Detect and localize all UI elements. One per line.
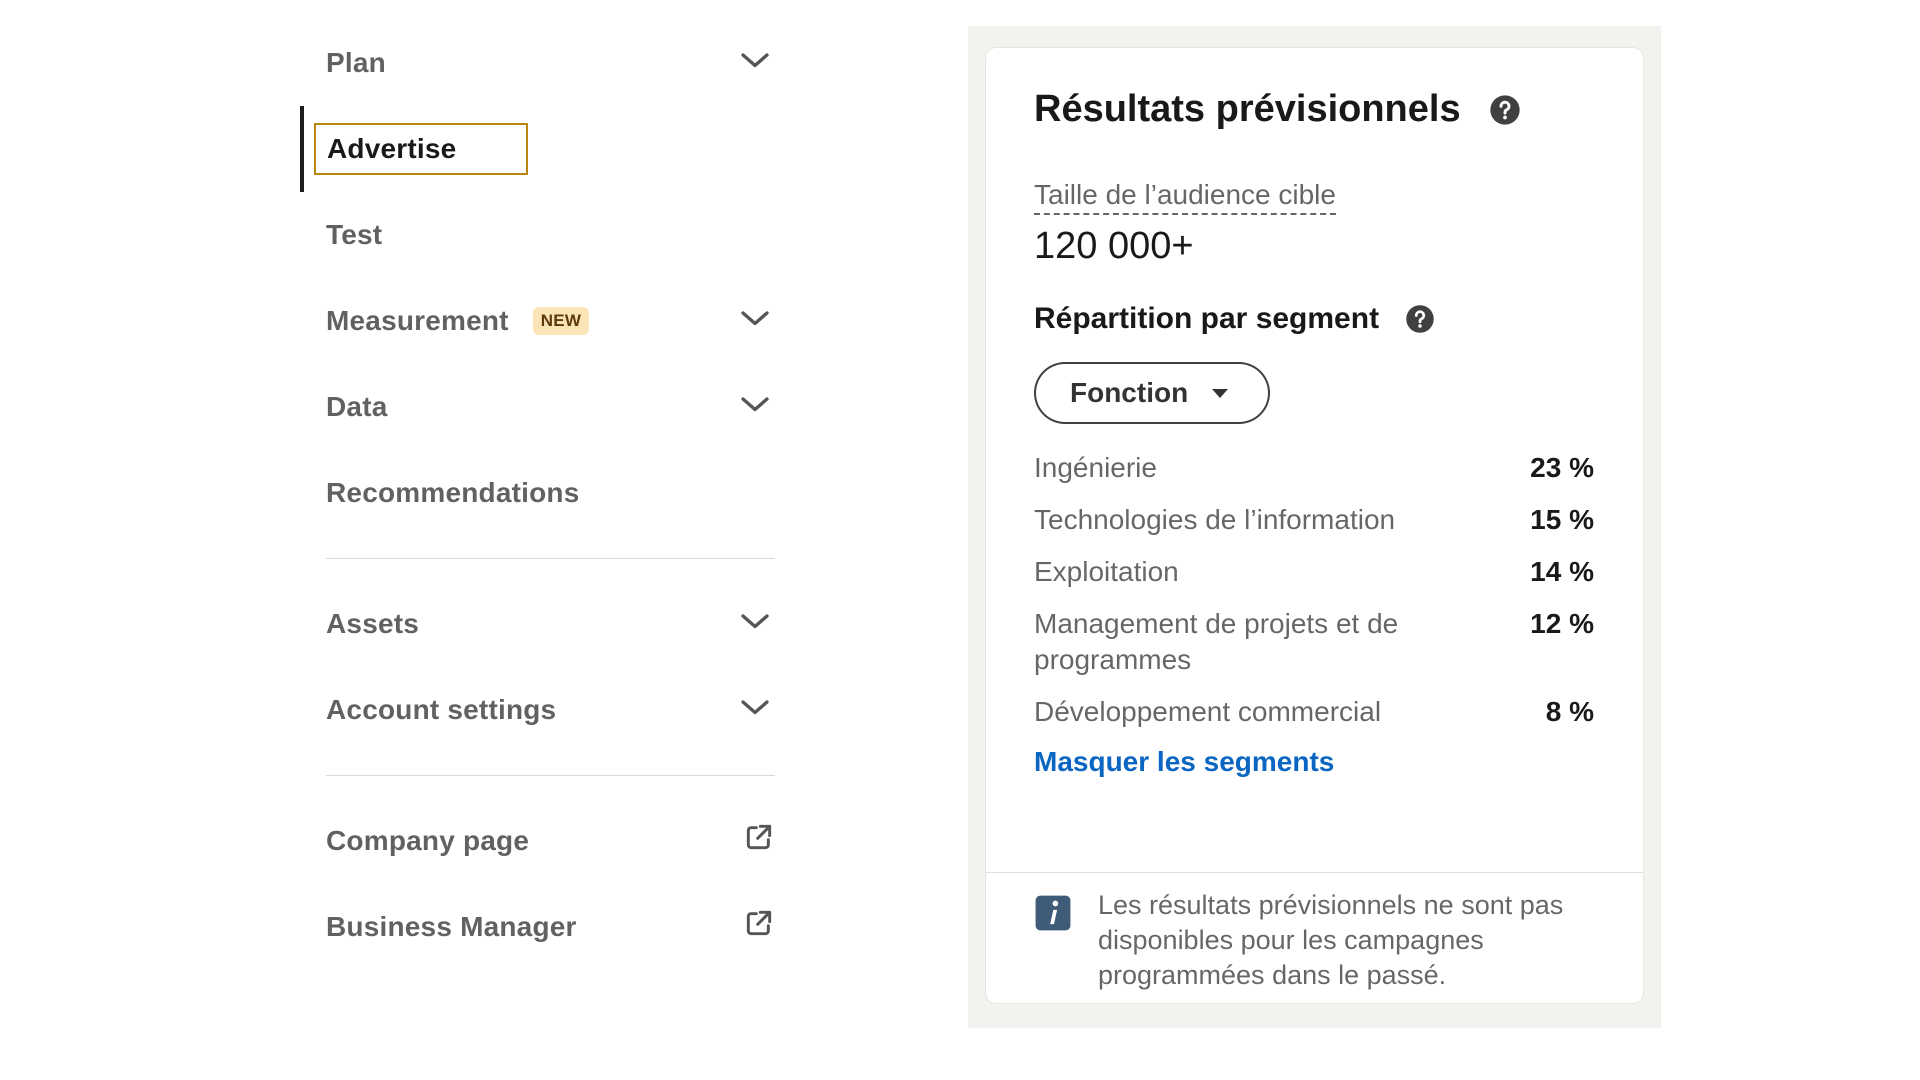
forecast-card: Résultats prévisionnels Taille de l’audi…	[986, 48, 1643, 1003]
sidebar-item-business-manager[interactable]: Business Manager	[300, 884, 775, 970]
forecast-title: Résultats prévisionnels	[1034, 88, 1461, 130]
sidebar-item-plan[interactable]: Plan	[300, 20, 775, 106]
segment-name: Management de projets et de programmes	[1034, 608, 1399, 675]
sidebar-item-label: Business Manager	[326, 911, 577, 942]
segment-name: Technologies de l’information	[1034, 504, 1396, 535]
sidebar-item-label: Plan	[326, 47, 386, 78]
segment-percent: 23 %	[1530, 452, 1594, 483]
segment-name: Exploitation	[1034, 556, 1179, 587]
card-divider	[986, 872, 1643, 873]
sidebar-item-test[interactable]: Test	[300, 192, 775, 278]
sidebar-item-label: Company page	[326, 825, 530, 856]
sidebar-item-label: Test	[326, 219, 383, 250]
segment-name: Ingénierie	[1034, 452, 1157, 483]
list-item: Ingénierie 23 %	[1034, 442, 1594, 494]
hide-segments-link[interactable]: Masquer les segments	[1034, 746, 1334, 778]
segment-name: Développement commercial	[1034, 696, 1382, 727]
list-item: Management de projets et de programmes 1…	[1034, 598, 1594, 686]
sidebar-item-account-settings[interactable]: Account settings	[300, 667, 775, 753]
sidebar-item-advertise[interactable]: Advertise	[300, 106, 775, 192]
audience-size-label[interactable]: Taille de l’audience cible	[1034, 179, 1336, 215]
sidebar-item-label: Data	[326, 391, 388, 422]
chevron-down-icon	[741, 614, 769, 629]
sidebar-item-focus-outline: Advertise	[314, 123, 529, 175]
sidebar-item-measurement[interactable]: Measurement NEW	[300, 278, 775, 364]
segment-percent: 12 %	[1530, 608, 1594, 639]
segment-list: Ingénierie 23 % Technologies de l’inform…	[1034, 442, 1594, 738]
app-canvas: Plan Advertise Test Measurement NEW Data	[0, 0, 1920, 1080]
segment-breakdown-title: Répartition par segment	[1034, 302, 1380, 335]
dropdown-value: Fonction	[1070, 377, 1189, 408]
segment-percent: 14 %	[1530, 556, 1594, 587]
sidebar-item-assets[interactable]: Assets	[300, 581, 775, 667]
sidebar-item-label: Account settings	[326, 694, 557, 725]
sidebar-item-label: Recommendations	[326, 477, 580, 508]
list-item: Développement commercial 8 %	[1034, 686, 1594, 738]
segment-type-dropdown[interactable]: Fonction	[1034, 362, 1271, 424]
chevron-down-icon	[741, 397, 769, 412]
external-link-icon	[746, 910, 772, 936]
help-icon[interactable]	[1489, 94, 1521, 126]
sidebar-item-label: Assets	[326, 608, 420, 639]
help-icon[interactable]	[1405, 304, 1435, 334]
caret-down-icon	[1212, 389, 1229, 398]
chevron-down-icon	[741, 311, 769, 326]
external-link-icon	[746, 824, 772, 850]
sidebar-divider	[326, 775, 775, 776]
sidebar-item-label: Advertise	[327, 133, 457, 164]
info-message: Les résultats prévisionnels ne sont pas …	[1098, 890, 1564, 990]
sidebar-item-label: Measurement	[326, 305, 509, 336]
sidebar-divider	[326, 558, 775, 559]
info-icon	[1035, 895, 1071, 931]
sidebar-item-recommendations[interactable]: Recommendations	[300, 450, 775, 536]
list-item: Technologies de l’information 15 %	[1034, 494, 1594, 546]
list-item: Exploitation 14 %	[1034, 546, 1594, 598]
segment-percent: 8 %	[1545, 696, 1594, 727]
info-notice: Les résultats prévisionnels ne sont pas …	[1034, 888, 1603, 993]
forecast-panel: Résultats prévisionnels Taille de l’audi…	[968, 26, 1661, 1028]
sidebar-nav: Plan Advertise Test Measurement NEW Data	[300, 20, 775, 970]
chevron-down-icon	[741, 53, 769, 68]
new-badge: NEW	[532, 307, 590, 335]
chevron-down-icon	[741, 700, 769, 715]
sidebar-item-company-page[interactable]: Company page	[300, 798, 775, 884]
audience-size-value: 120 000+	[1034, 225, 1194, 267]
sidebar-item-data[interactable]: Data	[300, 364, 775, 450]
segment-percent: 15 %	[1530, 504, 1594, 535]
